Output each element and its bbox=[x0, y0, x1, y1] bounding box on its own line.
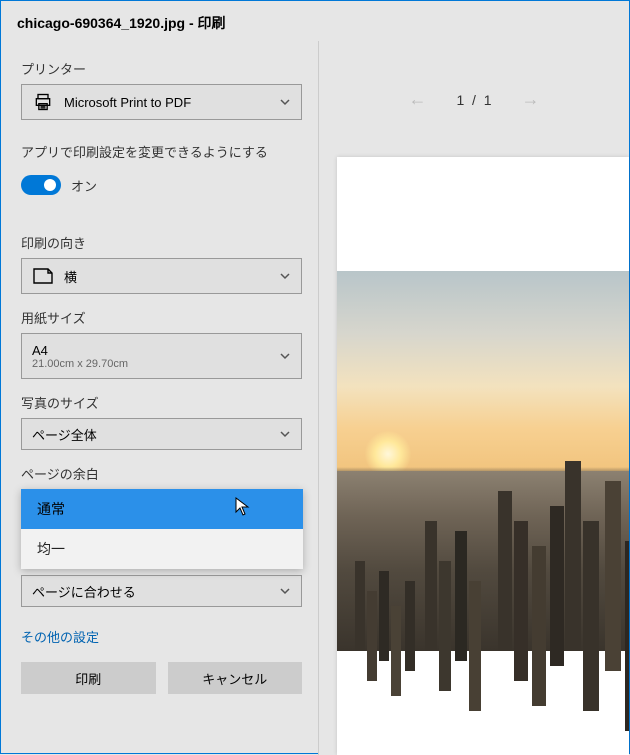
margin-option-label: 通常 bbox=[37, 501, 65, 517]
margin-options-popup: 通常 均一 bbox=[21, 489, 303, 569]
chevron-down-icon bbox=[279, 96, 291, 108]
margin-label: ページの余白 bbox=[21, 464, 302, 483]
paper-size-label: 用紙サイズ bbox=[21, 308, 302, 327]
printer-selected-value: Microsoft Print to PDF bbox=[64, 95, 191, 110]
cancel-button[interactable]: キャンセル bbox=[168, 662, 303, 694]
orientation-dropdown[interactable]: 横 bbox=[21, 258, 302, 294]
margin-option-normal[interactable]: 通常 bbox=[21, 489, 303, 529]
paper-size-dropdown[interactable]: A4 21.00cm x 29.70cm bbox=[21, 333, 302, 379]
prev-page-arrow[interactable]: ← bbox=[408, 89, 426, 110]
preview-panel: ← 1 / 1 → bbox=[319, 41, 629, 755]
fit-dropdown[interactable]: ページに合わせる bbox=[21, 575, 302, 607]
printer-icon bbox=[32, 91, 54, 113]
page-sep: / bbox=[472, 92, 476, 108]
margin-option-uniform[interactable]: 均一 bbox=[21, 529, 303, 569]
orientation-value: 横 bbox=[64, 267, 77, 286]
chevron-down-icon bbox=[279, 270, 291, 282]
photo-size-value: ページ全体 bbox=[32, 425, 97, 444]
toggle-state-label: オン bbox=[71, 176, 97, 195]
page-total: 1 bbox=[484, 92, 492, 108]
paper-size-value: A4 bbox=[32, 343, 48, 358]
print-button[interactable]: 印刷 bbox=[21, 662, 156, 694]
chevron-down-icon bbox=[279, 350, 291, 362]
page-current: 1 bbox=[456, 92, 464, 108]
page-landscape-icon bbox=[32, 267, 54, 285]
more-settings-link[interactable]: その他の設定 bbox=[21, 627, 302, 646]
preview-page bbox=[337, 157, 629, 755]
next-page-arrow[interactable]: → bbox=[522, 89, 540, 110]
app-settings-label: アプリで印刷設定を変更できるようにする bbox=[21, 142, 302, 161]
chevron-down-icon bbox=[279, 428, 291, 440]
photo-size-dropdown[interactable]: ページ全体 bbox=[21, 418, 302, 450]
fit-value: ページに合わせる bbox=[32, 582, 136, 601]
paper-size-dimensions: 21.00cm x 29.70cm bbox=[32, 358, 128, 370]
print-settings-panel: プリンター Microsoft Print to PDF アプリで印刷設定を変更… bbox=[1, 41, 319, 755]
page-counter: 1 / 1 bbox=[456, 92, 491, 108]
cursor-icon bbox=[235, 497, 251, 517]
chevron-down-icon bbox=[279, 585, 291, 597]
margin-dropdown[interactable]: 通常 均一 bbox=[21, 489, 302, 525]
printer-dropdown[interactable]: Microsoft Print to PDF bbox=[21, 84, 302, 120]
orientation-label: 印刷の向き bbox=[21, 233, 302, 252]
printer-label: プリンター bbox=[21, 59, 302, 78]
app-settings-toggle[interactable] bbox=[21, 175, 61, 195]
preview-image bbox=[337, 271, 629, 651]
page-indicator: ← 1 / 1 → bbox=[319, 89, 629, 110]
window-title: chicago-690364_1920.jpg - 印刷 bbox=[1, 1, 629, 41]
photo-size-label: 写真のサイズ bbox=[21, 393, 302, 412]
